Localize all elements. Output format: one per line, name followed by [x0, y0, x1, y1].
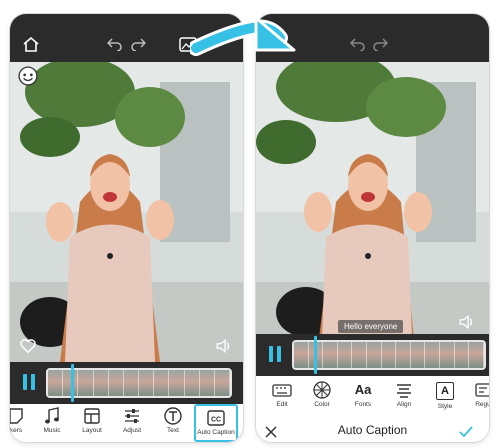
- style-icon: A: [436, 382, 454, 400]
- tool-edit[interactable]: Edit: [262, 380, 302, 416]
- tool-label: Text: [167, 427, 179, 434]
- svg-text:CC: CC: [211, 417, 221, 424]
- tool-text[interactable]: Text: [153, 406, 193, 442]
- right-phone-screen: Hello everyone Edit Color Aa Fonts Align: [256, 14, 489, 442]
- regular-icon: [475, 383, 489, 397]
- undo-icon[interactable]: [105, 34, 125, 54]
- video-frame-illustration: [10, 62, 243, 362]
- caption-footer: Auto Caption: [256, 422, 489, 442]
- sliders-icon: [125, 409, 139, 423]
- home-icon[interactable]: [20, 34, 42, 54]
- tool-regular[interactable]: Regu: [463, 380, 489, 416]
- timeline: [256, 334, 489, 376]
- sticker-icon: [10, 408, 23, 424]
- tool-label: Auto Caption: [197, 429, 235, 436]
- tool-label: Color: [314, 401, 330, 408]
- video-preview: [10, 62, 243, 362]
- undo-icon[interactable]: [348, 34, 368, 54]
- tool-layout[interactable]: Layout: [72, 406, 112, 442]
- tool-auto-caption[interactable]: CC Auto Caption: [194, 404, 238, 442]
- pause-button[interactable]: [22, 374, 38, 392]
- frame-strip[interactable]: [292, 340, 486, 370]
- tool-label: Fonts: [354, 401, 372, 408]
- tool-label: Layout: [82, 427, 102, 434]
- bottom-toolbar: kers Music Layout Adjust Text CC Auto Ca…: [10, 404, 243, 442]
- face-emoji-icon[interactable]: [18, 66, 38, 86]
- caption-overlay[interactable]: Hello everyone: [338, 320, 404, 333]
- keyboard-icon: [272, 384, 292, 397]
- tool-label: Music: [43, 427, 61, 434]
- fonts-icon: Aa: [354, 382, 372, 397]
- volume-icon[interactable]: [215, 338, 233, 354]
- tool-label: Style: [437, 403, 453, 410]
- music-note-icon: [45, 407, 59, 424]
- checkmark-icon[interactable]: [458, 424, 474, 440]
- volume-icon[interactable]: [458, 314, 476, 330]
- tool-label: Align: [396, 401, 412, 408]
- tool-adjust[interactable]: Adjust: [112, 406, 152, 442]
- left-phone-screen: kers Music Layout Adjust Text CC Auto Ca…: [10, 14, 243, 442]
- tool-music[interactable]: Music: [32, 406, 72, 442]
- transition-arrow-icon: [190, 16, 296, 56]
- heart-icon[interactable]: [20, 338, 36, 354]
- tool-label: Regu: [475, 401, 489, 408]
- tool-align[interactable]: Align: [384, 380, 424, 416]
- tool-fonts[interactable]: Aa Fonts: [343, 380, 383, 416]
- color-wheel-icon: [313, 381, 331, 399]
- layout-icon: [84, 408, 100, 424]
- timeline: [10, 362, 243, 404]
- redo-icon[interactable]: [370, 34, 390, 54]
- cc-icon: CC: [207, 410, 225, 426]
- playhead[interactable]: [314, 336, 317, 374]
- tool-color[interactable]: Color: [302, 380, 342, 416]
- pause-button[interactable]: [268, 346, 284, 364]
- text-icon: [164, 407, 182, 425]
- redo-icon[interactable]: [128, 34, 148, 54]
- tool-style[interactable]: A Style: [425, 380, 465, 416]
- tool-label: Edit: [276, 401, 288, 408]
- caption-tools: Edit Color Aa Fonts Align A Style Regu: [256, 376, 489, 422]
- video-frame-illustration: [256, 62, 489, 362]
- tool-label: Adjust: [122, 427, 142, 434]
- align-icon: [397, 384, 411, 398]
- video-preview: Hello everyone: [256, 62, 489, 362]
- playhead[interactable]: [71, 364, 74, 402]
- page-title: Auto Caption: [337, 423, 408, 437]
